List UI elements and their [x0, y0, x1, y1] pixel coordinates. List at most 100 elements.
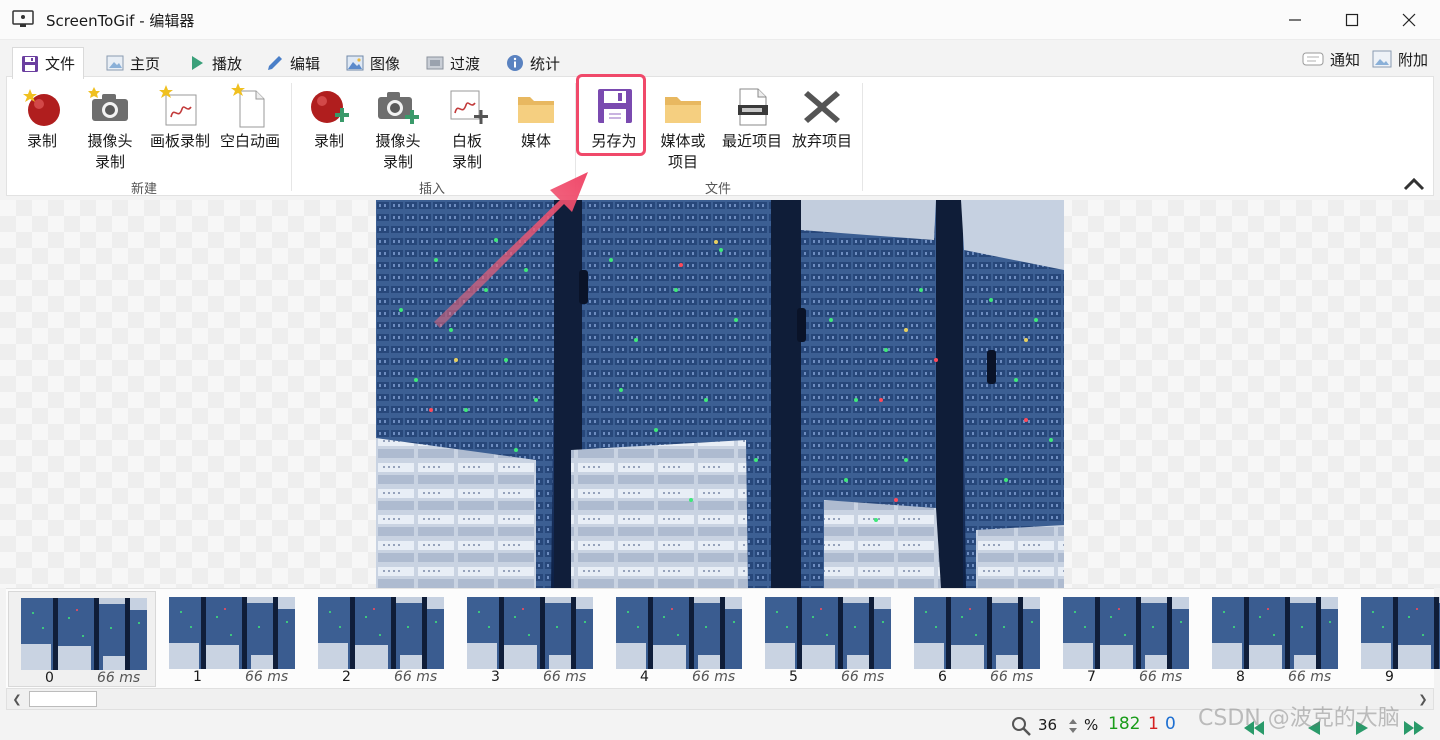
tab-home-label: 主页 [130, 54, 161, 73]
insert-webcam-record-button[interactable]: 摄像头 录制 [363, 83, 433, 173]
tab-image-label: 图像 [370, 54, 401, 73]
frame-item[interactable]: 1 66 ms [157, 591, 305, 687]
selected-count: 1 [1148, 714, 1159, 734]
group-separator [291, 83, 292, 191]
frame-count: 182 [1108, 714, 1141, 734]
new-board-record-button[interactable]: 画板录制 [145, 83, 215, 152]
frame-thumbnail [1212, 597, 1338, 669]
tab-image[interactable]: 图像 [338, 48, 408, 78]
frame-item[interactable]: 2 66 ms [306, 591, 454, 687]
frame-number: 0 [45, 670, 54, 686]
frame-item[interactable]: 5 66 ms [753, 591, 901, 687]
recent-projects-button[interactable]: 最近项目 [717, 83, 787, 152]
title-bar: ScreenToGif - 编辑器 [0, 0, 1440, 40]
insert-webcam-label: 摄像头 [375, 132, 421, 150]
record-add-icon [311, 91, 349, 123]
close-button[interactable] [1380, 0, 1438, 40]
frame-item[interactable]: 3 66 ms [455, 591, 603, 687]
scroll-left-button[interactable]: ❮ [7, 689, 27, 709]
frame-delay: 66 ms [394, 669, 438, 685]
zoom-percent: % [1084, 716, 1099, 734]
editor-canvas[interactable] [0, 200, 1440, 588]
frame-item[interactable]: 0 66 ms [8, 591, 156, 687]
tab-home[interactable]: 主页 [98, 48, 168, 78]
load-media-label-2: 项目 [667, 153, 698, 171]
notify-button[interactable]: 通知 [1302, 48, 1360, 70]
frame-delay: 66 ms [1288, 669, 1332, 685]
group-label-file: 文件 [705, 182, 732, 197]
attach-button[interactable]: 附加 [1372, 48, 1428, 70]
last-frame-icon[interactable] [1398, 718, 1428, 738]
frame-item[interactable]: 8 66 ms [1200, 591, 1348, 687]
window-title: ScreenToGif - 编辑器 [46, 12, 195, 30]
tab-play[interactable]: 播放 [180, 48, 250, 78]
maximize-icon [1345, 13, 1359, 27]
minimize-button[interactable] [1266, 0, 1324, 40]
zoom-icon [1012, 717, 1031, 736]
zoom-value[interactable]: 36 [1038, 716, 1057, 734]
discard-project-button[interactable]: 放弃项目 [787, 83, 857, 152]
frame-thumbnail [169, 597, 295, 669]
tab-transition[interactable]: 过渡 [418, 48, 488, 78]
other-count: 0 [1165, 714, 1176, 734]
frame-delay: 66 ms [990, 669, 1034, 685]
whiteboard-add-icon [450, 90, 488, 124]
discard-project-label: 放弃项目 [791, 132, 852, 150]
collapse-ribbon-icon[interactable] [1402, 176, 1426, 192]
frame-number: 2 [342, 669, 351, 685]
frame-thumbnail [914, 597, 1040, 669]
new-record-button[interactable]: 录制 [7, 83, 77, 152]
csdn-watermark: CSDN @波克的大脑 [1198, 706, 1400, 731]
tab-file[interactable]: 文件 [12, 47, 85, 79]
tab-statistics[interactable]: 统计 [498, 48, 568, 78]
group-separator [862, 83, 863, 191]
frame-thumbnail [616, 597, 742, 669]
frame-item[interactable]: 9 [1349, 591, 1440, 687]
attach-label: 附加 [1398, 50, 1429, 69]
app-monitor-icon [12, 10, 34, 27]
frame-item[interactable]: 7 66 ms [1051, 591, 1199, 687]
frame-item[interactable]: 4 66 ms [604, 591, 752, 687]
blank-page-icon [231, 83, 265, 128]
tab-edit[interactable]: 编辑 [258, 48, 328, 78]
frame-delay: 66 ms [245, 669, 289, 685]
insert-record-label: 录制 [313, 132, 344, 150]
recent-projects-label: 最近项目 [721, 132, 782, 150]
picture-icon [346, 55, 364, 71]
pencil-icon [268, 56, 282, 70]
maximize-button[interactable] [1323, 0, 1381, 40]
ribbon-tabs: 文件 主页 播放 编辑 图像 过渡 统计 通知 附加 [0, 44, 1440, 79]
ribbon-panel: 录制 摄像头 录制 画板录制 空白动画 新建 录制 摄像头 录制 白板 录制 媒… [6, 76, 1434, 197]
camera-icon [88, 87, 128, 121]
play-icon [192, 56, 203, 70]
record-icon [23, 89, 60, 126]
load-media-project-button[interactable]: 媒体或 项目 [648, 83, 718, 173]
frame-delay: 66 ms [841, 669, 885, 685]
minimize-icon [1289, 19, 1301, 21]
current-frame-image [376, 200, 1064, 588]
new-blank-animation-button[interactable]: 空白动画 [215, 83, 285, 152]
insert-whiteboard-label: 白板 [451, 132, 482, 150]
info-icon [507, 55, 523, 71]
frame-item[interactable]: 6 66 ms [902, 591, 1050, 687]
home-image-icon [106, 55, 124, 71]
insert-record-button[interactable]: 录制 [294, 83, 364, 152]
notify-label: 通知 [1330, 50, 1361, 69]
frame-number: 1 [193, 669, 202, 685]
zoom-stepper-icon[interactable] [1068, 716, 1078, 736]
scrollbar-thumb[interactable] [29, 691, 97, 707]
frame-thumbnail [318, 597, 444, 669]
frame-number: 8 [1236, 669, 1245, 685]
notification-icon [1302, 52, 1324, 66]
frame-thumbnail [21, 598, 147, 670]
insert-media-button[interactable]: 媒体 [501, 83, 571, 152]
new-webcam-record-button[interactable]: 摄像头 录制 [75, 83, 145, 173]
load-media-label: 媒体或 [660, 132, 706, 150]
attach-image-icon [1372, 50, 1392, 68]
tab-transition-label: 过渡 [450, 54, 481, 73]
folder-open-icon [665, 97, 701, 123]
frame-delay: 66 ms [1139, 669, 1183, 685]
scroll-right-button[interactable]: ❯ [1413, 689, 1433, 709]
insert-whiteboard-record-button[interactable]: 白板 录制 [432, 83, 502, 173]
frame-thumbnail [1361, 597, 1440, 669]
